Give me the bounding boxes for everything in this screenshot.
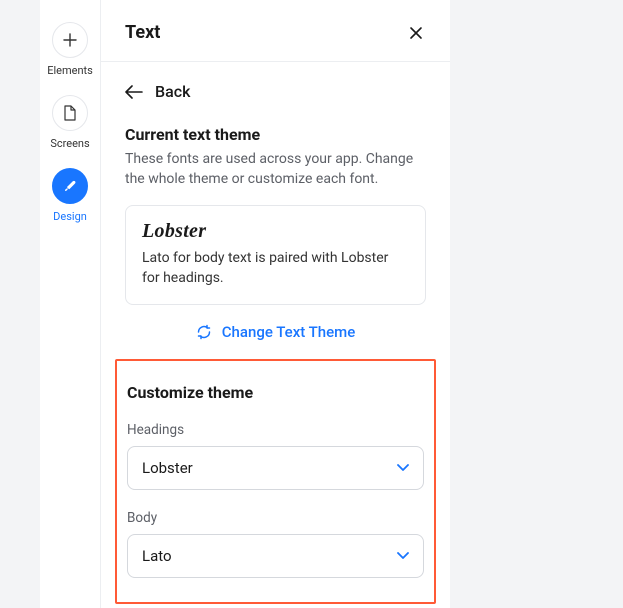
document-icon	[52, 95, 88, 131]
sidebar-item-screens[interactable]: Screens	[50, 95, 89, 150]
back-label: Back	[155, 82, 190, 101]
chevron-down-icon	[397, 552, 409, 560]
body-label: Body	[127, 510, 424, 526]
headings-value: Lobster	[142, 459, 193, 477]
sidebar-item-label: Design	[53, 210, 87, 223]
close-icon	[408, 25, 424, 41]
customize-highlight: Customize theme Headings Lobster Body La…	[115, 359, 436, 604]
theme-card: Lobster Lato for body text is paired wit…	[125, 205, 426, 305]
sidebar-item-label: Screens	[50, 137, 89, 150]
theme-description: Lato for body text is paired with Lobste…	[142, 249, 409, 288]
customize-heading: Customize theme	[127, 383, 424, 402]
close-button[interactable]	[406, 23, 426, 43]
text-panel: Text Back Current text theme These fonts…	[100, 0, 450, 608]
headings-select[interactable]: Lobster	[127, 446, 424, 490]
chevron-down-icon	[397, 464, 409, 472]
sidebar-item-design[interactable]: Design	[52, 168, 88, 223]
brush-icon	[52, 168, 88, 204]
right-gutter	[450, 0, 623, 608]
arrow-left-icon	[125, 85, 143, 99]
panel-header: Text	[101, 0, 450, 62]
current-theme-description: These fonts are used across your app. Ch…	[125, 150, 426, 189]
sidebar: Elements Screens Design	[40, 0, 100, 608]
current-theme-heading: Current text theme	[125, 125, 426, 144]
refresh-icon	[196, 324, 212, 340]
theme-name: Lobster	[142, 220, 409, 243]
headings-label: Headings	[127, 422, 424, 438]
sidebar-item-label: Elements	[47, 64, 93, 77]
change-text-theme-label: Change Text Theme	[222, 323, 356, 341]
plus-icon	[52, 22, 88, 58]
panel-title: Text	[125, 22, 160, 43]
change-text-theme-link[interactable]: Change Text Theme	[125, 323, 426, 341]
body-select[interactable]: Lato	[127, 534, 424, 578]
sidebar-item-elements[interactable]: Elements	[47, 22, 93, 77]
back-button[interactable]: Back	[125, 82, 426, 101]
body-value: Lato	[142, 547, 172, 565]
